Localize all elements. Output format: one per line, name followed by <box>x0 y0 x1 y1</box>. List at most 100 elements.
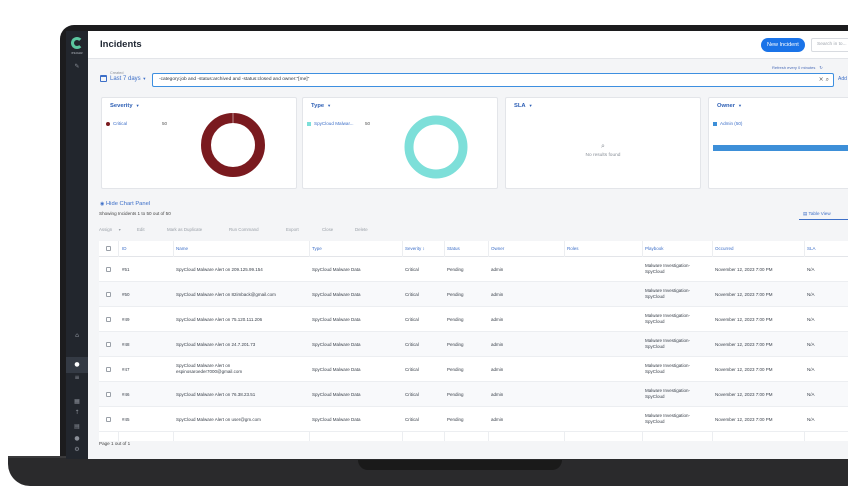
severity-donut-chart <box>201 113 265 177</box>
column-header-owner[interactable]: Owner <box>491 241 504 257</box>
hide-chart-panel-link[interactable]: ◉ Hide Chart Panel <box>100 201 150 207</box>
export-action[interactable]: Export <box>286 227 299 232</box>
mark-duplicate-action[interactable]: Mark as Duplicate <box>167 227 202 232</box>
settings-nav-icon[interactable]: ⚙ <box>73 447 81 453</box>
column-header-id[interactable]: ID <box>122 241 127 257</box>
severity-chart-title[interactable]: Severity ▼ <box>110 103 140 109</box>
column-header-playbook[interactable]: Playbook <box>645 241 664 257</box>
sort-icon: ↕ <box>422 246 425 251</box>
cell-id[interactable]: #46 <box>122 392 130 398</box>
pagination-info: Page 1 out of 1 <box>99 441 131 446</box>
table-row[interactable]: #50 SpyCloud Malware Alert on 82imback@gm… <box>99 282 848 307</box>
table-row[interactable]: #47 SpyCloud Malware Alert on espinosaroe… <box>99 357 848 382</box>
new-incident-button[interactable]: New Incident <box>761 38 805 52</box>
cell-sla: N/A <box>807 267 815 272</box>
column-header-status[interactable]: Status <box>447 241 460 257</box>
row-checkbox[interactable] <box>106 342 111 347</box>
run-command-action[interactable]: Run Command <box>229 227 259 232</box>
column-header-roles[interactable]: Roles <box>567 241 579 257</box>
edit-action[interactable]: Edit <box>137 227 145 232</box>
xsoar-logo <box>71 37 83 49</box>
row-checkbox[interactable] <box>106 267 111 272</box>
reports-nav-icon[interactable]: ▦ <box>73 399 81 405</box>
column-header-severity[interactable]: Severity ↕ <box>405 241 425 257</box>
cell-name[interactable]: SpyCloud Malware Alert on 76.38.23.51 <box>176 392 296 398</box>
type-chart-card: Type ▼ SpyCloud Malwar... 50 <box>302 97 498 189</box>
refresh-icon[interactable]: ↻ <box>819 65 822 70</box>
severity-legend-item[interactable]: Critical <box>106 121 127 126</box>
cell-name[interactable]: SpyCloud Malware Alert on 24.7.201.73 <box>176 342 296 348</box>
cell-name[interactable]: SpyCloud Malware Alert on 82imback@gmail… <box>176 292 296 298</box>
row-checkbox[interactable] <box>106 367 111 372</box>
assign-action[interactable]: Assign <box>99 227 112 232</box>
search-icon[interactable]: ⌕ <box>826 76 829 83</box>
chevron-down-icon: ▼ <box>118 228 122 232</box>
row-checkbox[interactable] <box>106 292 111 297</box>
app-screen: XSOAR ✎ ⌂ ● ≡ ▦ ↑ ▤ ● ⚙ Incidents New In… <box>66 31 848 459</box>
table-row[interactable]: #45 SpyCloud Malware Alert on user@gm.com… <box>99 407 848 432</box>
type-title-text: Type <box>311 103 325 109</box>
cell-id[interactable]: #48 <box>122 342 130 348</box>
owner-chart-title[interactable]: Owner ▼ <box>717 103 742 109</box>
table-view-toggle[interactable]: ▤ Table View <box>803 211 831 217</box>
cell-name[interactable]: SpyCloud Malware Alert on espinosaroeder… <box>176 363 296 375</box>
severity-slice-critical[interactable] <box>201 113 265 177</box>
incidents-nav-icon[interactable]: ● <box>73 362 81 368</box>
list-nav-icon[interactable]: ▤ <box>73 424 81 430</box>
row-checkbox[interactable] <box>106 317 111 322</box>
owner-legend-item[interactable]: Admin (50) <box>713 121 742 126</box>
cell-name[interactable]: SpyCloud Malware Alert on 209.125.99.154 <box>176 267 296 273</box>
cell-id[interactable]: #49 <box>122 317 130 323</box>
cell-id[interactable]: #47 <box>122 367 130 373</box>
column-header-type[interactable]: Type <box>312 241 322 257</box>
table-row[interactable]: #51 SpyCloud Malware Alert on 209.125.99.… <box>99 257 848 282</box>
sla-no-results: No results found <box>585 153 621 158</box>
cell-severity: Critical <box>405 292 419 297</box>
jobs-nav-icon[interactable]: ↑ <box>73 410 81 416</box>
type-chart-title[interactable]: Type ▼ <box>311 103 331 109</box>
type-legend-item[interactable]: SpyCloud Malwar... <box>307 121 354 126</box>
type-legend-count: 50 <box>365 121 371 126</box>
severity-title-text: Severity <box>110 103 133 109</box>
column-header-occurred[interactable]: Occurred <box>715 241 734 257</box>
brand-name: XSOAR <box>71 51 83 55</box>
delete-action[interactable]: Delete <box>355 227 368 232</box>
date-value[interactable]: Last 7 days ▼ <box>110 76 146 82</box>
row-checkbox[interactable] <box>106 417 111 422</box>
search-input[interactable]: Search in to... <box>811 38 848 52</box>
cell-id[interactable]: #50 <box>122 292 130 298</box>
row-checkbox[interactable] <box>106 392 111 397</box>
clear-icon[interactable]: × <box>819 76 824 83</box>
close-action[interactable]: Close <box>322 227 333 232</box>
table-row[interactable]: #48 SpyCloud Malware Alert on 24.7.201.73… <box>99 332 848 357</box>
filter-nav-icon[interactable]: ≡ <box>73 375 81 381</box>
select-all-checkbox[interactable] <box>106 246 111 251</box>
cell-occurred: November 12, 2023 7:00 PM <box>715 367 773 372</box>
owner-bar-admin[interactable] <box>713 145 848 151</box>
cell-name[interactable]: SpyCloud Malware Alert on 75.120.111.206 <box>176 317 296 323</box>
cell-name[interactable]: SpyCloud Malware Alert on user@gm.com <box>176 417 296 423</box>
chevron-down-icon: ▼ <box>327 103 332 108</box>
cell-id[interactable]: #45 <box>122 417 130 423</box>
cell-severity: Critical <box>405 342 419 347</box>
left-nav: XSOAR ✎ ⌂ ● ≡ ▦ ↑ ▤ ● ⚙ <box>66 31 88 459</box>
table-row[interactable]: #46 SpyCloud Malware Alert on 76.38.23.51… <box>99 382 848 407</box>
type-slice-spycloud[interactable] <box>404 115 468 179</box>
type-legend-label: SpyCloud Malwar... <box>314 121 354 126</box>
table-row[interactable]: #49 SpyCloud Malware Alert on 75.120.111.… <box>99 307 848 332</box>
cell-playbook: Malware Investigation- SpyCloud <box>645 313 691 324</box>
table-view-label: Table View <box>808 211 831 216</box>
column-header-name[interactable]: Name <box>176 241 188 257</box>
cell-severity: Critical <box>405 267 419 272</box>
add-filter-link[interactable]: Add <box>838 76 847 82</box>
cell-playbook: Malware Investigation- SpyCloud <box>645 338 691 349</box>
query-input[interactable]: -category:job and -status:archived and -… <box>152 73 834 87</box>
user-nav-icon[interactable]: ● <box>73 436 81 442</box>
column-header-sla[interactable]: SLA <box>807 241 816 257</box>
shield-icon[interactable]: ⌂ <box>73 333 81 339</box>
sla-chart-title[interactable]: SLA ▼ <box>514 103 533 109</box>
pin-icon[interactable]: ✎ <box>73 64 81 70</box>
cell-playbook: Malware Investigation- SpyCloud <box>645 288 691 299</box>
cell-id[interactable]: #51 <box>122 267 130 273</box>
refresh-interval[interactable]: Refresh every 0 minutes ↻ <box>772 65 823 70</box>
